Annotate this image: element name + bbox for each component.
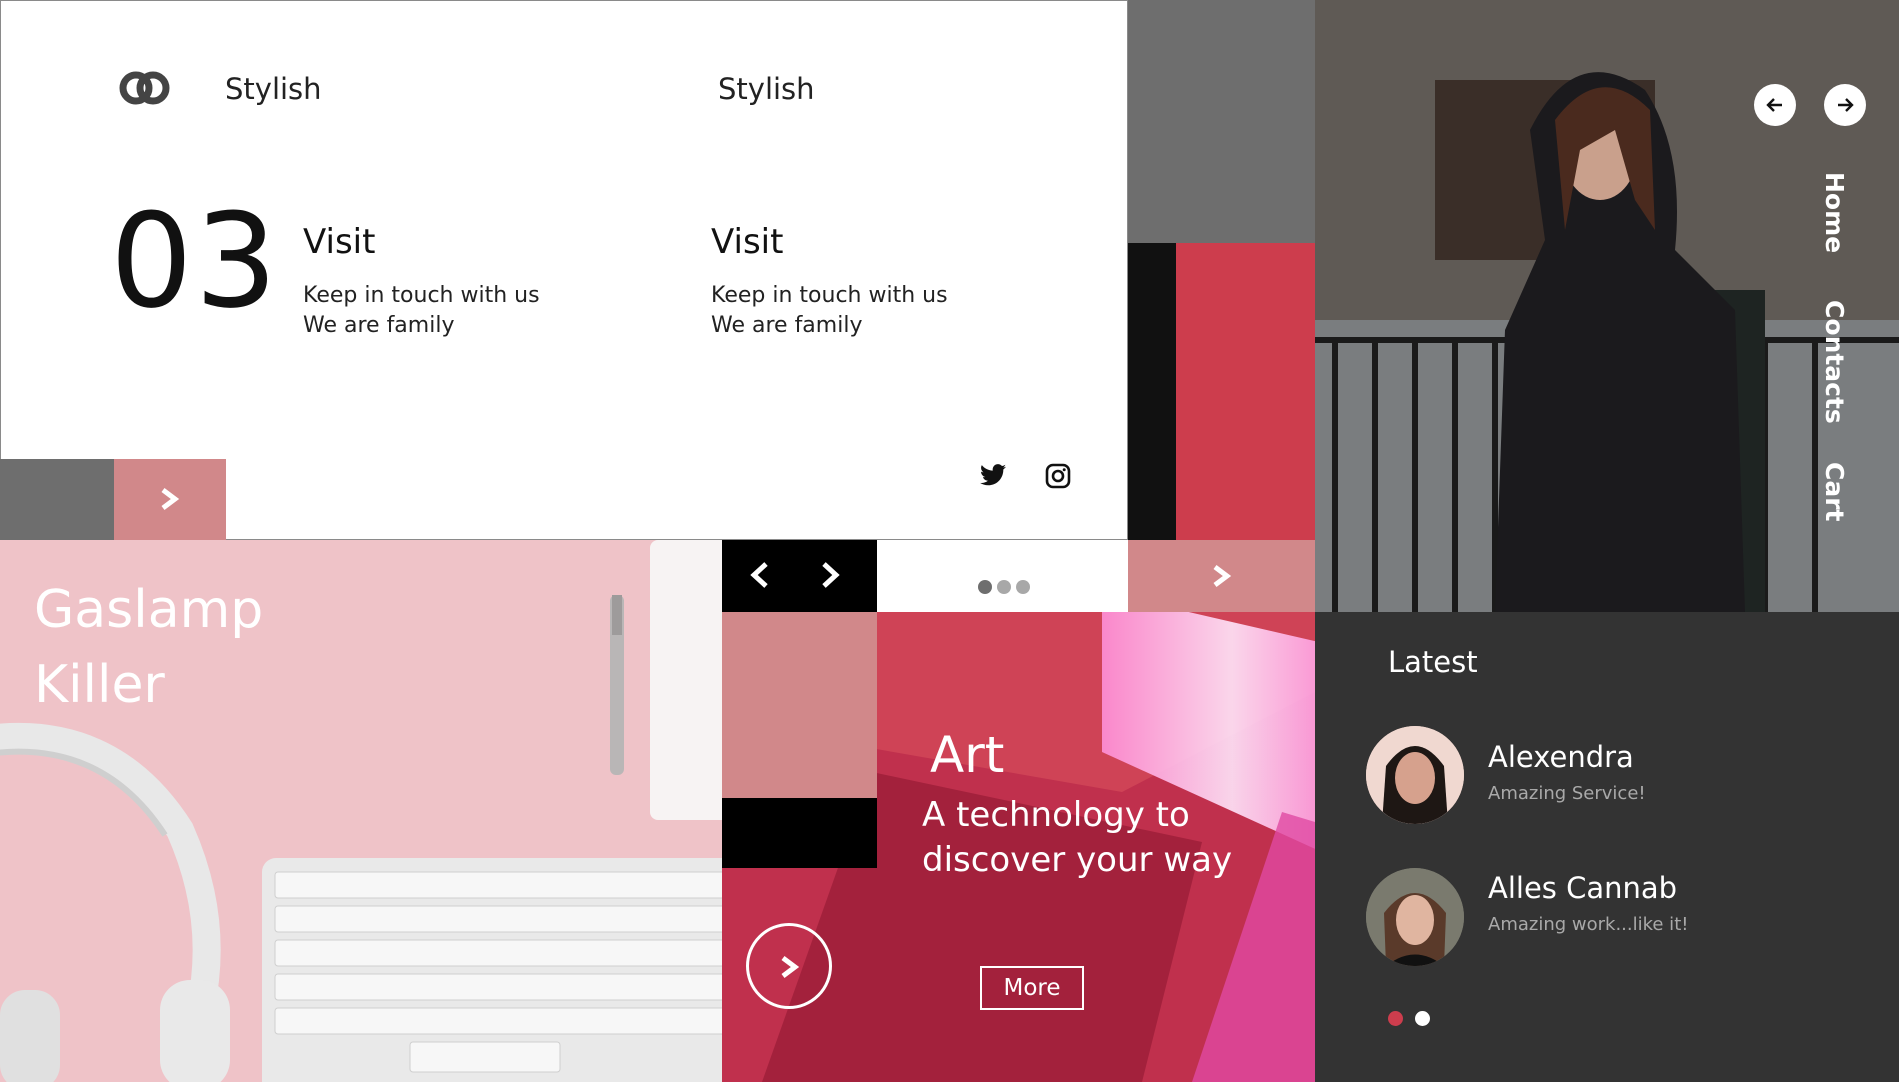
visit-heading-secondary: Visit [711, 222, 784, 262]
chevron-right-icon[interactable] [818, 560, 842, 590]
portrait-photo [1315, 0, 1899, 612]
latest-title: Latest [1388, 645, 1478, 679]
latest-dot-2[interactable] [1415, 1011, 1430, 1026]
art-title: Art [930, 726, 1005, 784]
slider-dot-3[interactable] [1016, 580, 1030, 594]
nav-item-home[interactable]: Home [1820, 172, 1849, 253]
slide-counter: 03 [110, 185, 280, 337]
hero-title-line2: Killer [34, 655, 165, 715]
chevron-right-icon [1213, 565, 1232, 587]
brand-name-secondary: Stylish [718, 72, 815, 106]
gray-block [0, 459, 114, 540]
latest-item-comment: Amazing Service! [1488, 783, 1646, 804]
slider-dot-1[interactable] [978, 580, 992, 594]
art-subtitle-line1: A technology to [922, 795, 1190, 835]
latest-item-name[interactable]: Alexendra [1488, 740, 1634, 774]
nav-item-contacts[interactable]: Contacts [1820, 300, 1849, 424]
black-block [722, 798, 877, 868]
prev-photo-button[interactable] [1754, 84, 1796, 126]
nav-item-cart[interactable]: Cart [1820, 462, 1849, 522]
pink-block [722, 612, 877, 798]
black-strip [1128, 243, 1176, 540]
art-subtitle-line2: discover your way [922, 840, 1233, 880]
chevron-right-icon [781, 956, 800, 978]
visit-text-secondary-line2: We are family [711, 313, 863, 338]
hero-title-line1: Gaslamp [34, 580, 264, 640]
next-arrow-button-secondary[interactable] [1128, 540, 1315, 612]
gray-block-top [1128, 0, 1315, 243]
latest-item-name[interactable]: Alles Cannab [1488, 871, 1677, 905]
slider-dots [978, 580, 1032, 594]
art-next-button[interactable] [746, 923, 832, 1009]
latest-item-comment: Amazing work...like it! [1488, 914, 1689, 935]
red-block [1176, 243, 1315, 540]
arrow-right-icon [1838, 98, 1854, 112]
visit-text-line2: We are family [303, 313, 455, 338]
next-arrow-button[interactable] [114, 459, 226, 540]
chevron-left-icon[interactable] [748, 560, 772, 590]
latest-dot-1[interactable] [1388, 1011, 1403, 1026]
slider-dot-2[interactable] [997, 580, 1011, 594]
visit-text-secondary-line1: Keep in touch with us [711, 283, 948, 308]
avatar[interactable] [1366, 726, 1464, 824]
latest-panel [1315, 612, 1899, 1082]
arrow-left-icon [1766, 98, 1782, 112]
rings-logo-icon[interactable] [118, 70, 172, 106]
chevron-right-icon [161, 488, 180, 510]
visit-heading: Visit [303, 222, 376, 262]
avatar[interactable] [1366, 868, 1464, 966]
instagram-icon[interactable] [1045, 463, 1071, 489]
more-button[interactable]: More [980, 966, 1084, 1010]
next-photo-button[interactable] [1824, 84, 1866, 126]
carousel-nav [722, 540, 877, 612]
brand-name[interactable]: Stylish [225, 72, 322, 106]
visit-text-line1: Keep in touch with us [303, 283, 540, 308]
twitter-icon[interactable] [980, 464, 1006, 486]
